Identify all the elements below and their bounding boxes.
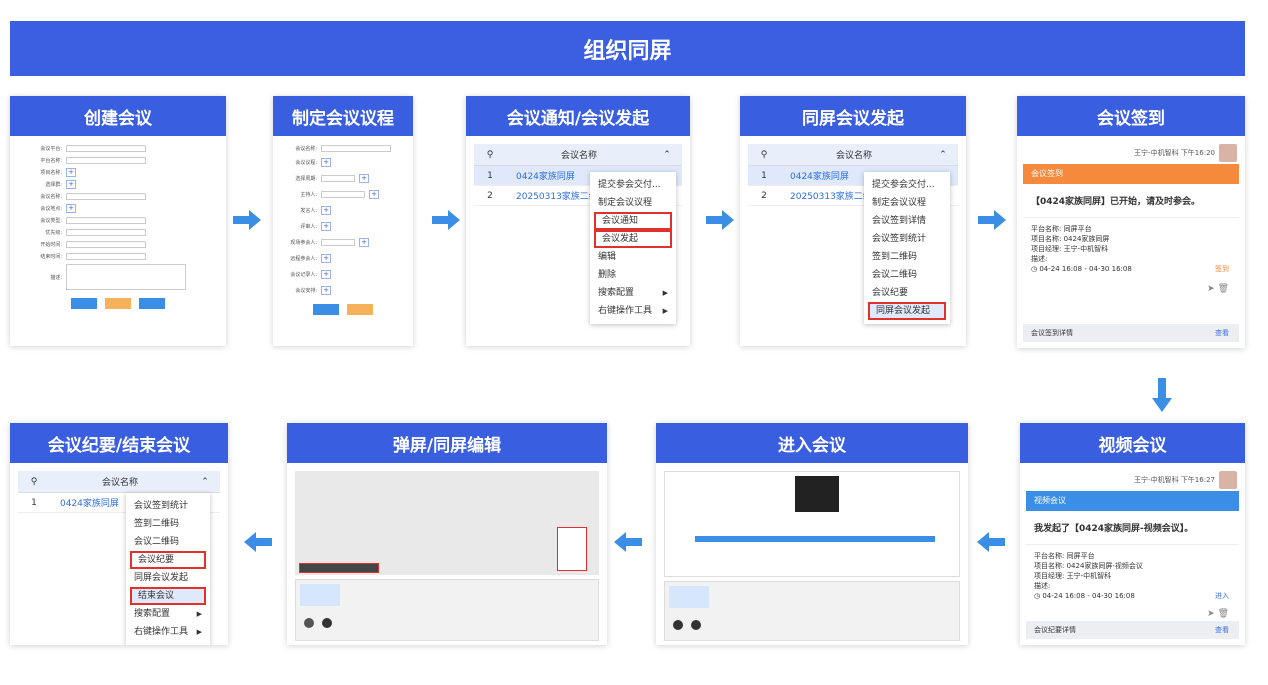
message-title: 【0424家族同屏】已开始，请及时参会。: [1023, 184, 1239, 218]
chevron-right-icon: ▶: [196, 610, 202, 618]
menu-item[interactable]: 右键操作工具 ▶: [590, 302, 676, 320]
collapse-icon[interactable]: ⌃: [928, 150, 958, 160]
column-header: 会议名称: [101, 478, 138, 488]
menu-item[interactable]: 会议签到统计: [864, 230, 950, 248]
menu-item[interactable]: 同屏会议发起: [868, 302, 946, 320]
menu-item[interactable]: 提交参会交付...: [590, 176, 676, 194]
step-agenda: 制定会议议程 会议名称: 会议议程: + 选择周期: + 主持人: + 发言人: + 评…: [273, 96, 413, 346]
menu-item[interactable]: 搜索配置 ▶: [126, 605, 210, 623]
collapse-icon[interactable]: ⌃: [190, 477, 220, 487]
message-bar: 会议签到: [1023, 164, 1239, 184]
arrow-right-icon: [978, 210, 1006, 230]
form-preview: 会议名称: 会议议程: + 选择周期: + 主持人: + 发言人: + 评审人: + 现场…: [273, 136, 413, 346]
menu-item[interactable]: 右键操作工具 ▶: [126, 623, 210, 641]
sign-in-message: 王宁-中机智科 下午16:20 会议签到 【0424家族同屏】已开始，请及时参会…: [1023, 142, 1239, 342]
menu-item[interactable]: 删除: [590, 266, 676, 284]
menu-item[interactable]: 会议签到详情: [864, 212, 950, 230]
step-video-meeting: 视频会议 王宁-中机智科 下午16:27 视频会议 我发起了【0424家族同屏-…: [1020, 423, 1245, 645]
step-notify-launch: 会议通知/会议发起 ⚲ 会议名称 ⌃ 1 0424家族同屏 2 20250313家族二维…: [466, 96, 690, 346]
arrow-right-icon: [233, 210, 261, 230]
shared-screen-preview: [295, 471, 599, 575]
chevron-right-icon: ▶: [662, 307, 668, 315]
arrow-down-icon: [1152, 378, 1172, 412]
step-title: 会议签到: [1017, 96, 1245, 136]
search-icon[interactable]: ⚲: [748, 150, 780, 160]
menu-item[interactable]: 签到二维码: [126, 515, 210, 533]
share-delete-icons[interactable]: ➤ 🗑: [1026, 609, 1239, 619]
participant-panel: [664, 581, 960, 641]
step-create-meeting: 创建会议 会议平台: 平台名称: 项目名称: + 选择群: + 会议名称: 会议地点…: [10, 96, 226, 346]
participant-panel: [295, 579, 599, 641]
share-delete-icons[interactable]: ➤ 🗑: [1023, 284, 1239, 294]
meeting-screen-preview: [664, 471, 960, 577]
menu-item[interactable]: 签到二维码: [864, 248, 950, 266]
menu-item[interactable]: 结束会议: [130, 587, 206, 605]
view-link[interactable]: 查看: [1215, 621, 1229, 639]
arrow-left-icon: [614, 532, 642, 552]
menu-item[interactable]: 会议纪要: [130, 551, 206, 569]
step-title: 会议纪要/结束会议: [10, 423, 228, 463]
step-title: 会议通知/会议发起: [466, 96, 690, 136]
step-title: 弹屏/同屏编辑: [287, 423, 607, 463]
message-title: 我发起了【0424家族同屏-视频会议】。: [1026, 511, 1239, 545]
menu-item[interactable]: 会议签到统计: [126, 497, 210, 515]
message-bar: 视频会议: [1026, 491, 1239, 511]
column-header: 会议名称: [835, 151, 872, 161]
step-screen-share-launch: 同屏会议发起 ⚲ 会议名称 ⌃ 1 0424家族同屏 2 20250313家族二维 提交…: [740, 96, 966, 346]
form-preview: 会议平台: 平台名称: 项目名称: + 选择群: + 会议名称: 会议地点: + 会议…: [10, 136, 226, 346]
menu-item[interactable]: 会议发起: [594, 230, 672, 248]
context-menu: 提交参会交付... 制定会议议程 会议通知 会议发起 编辑 删除 搜索配置 ▶ 右键操作工具 ▶: [590, 172, 676, 324]
step-title: 视频会议: [1020, 423, 1245, 463]
arrow-left-icon: [977, 532, 1005, 552]
menu-item[interactable]: 会议纪要: [864, 284, 950, 302]
chevron-right-icon: ▶: [662, 289, 668, 297]
menu-item[interactable]: 制定会议议程: [590, 194, 676, 212]
step-title: 制定会议议程: [273, 96, 413, 136]
menu-item[interactable]: 制定会议议程: [864, 194, 950, 212]
menu-item[interactable]: 会议通知: [594, 212, 672, 230]
menu-item[interactable]: 提交参会交付...: [864, 176, 950, 194]
menu-item[interactable]: 搜索配置 ▶: [590, 284, 676, 302]
sign-in-button[interactable]: 签到: [1215, 264, 1229, 274]
step-enter-meeting: 进入会议: [656, 423, 968, 645]
column-header: 会议名称: [560, 151, 597, 161]
menu-item[interactable]: 编辑: [590, 248, 676, 266]
context-menu: 提交参会交付... 制定会议议程 会议签到详情 会议签到统计 签到二维码 会议二维码 会议纪…: [864, 172, 950, 324]
view-link[interactable]: 查看: [1215, 324, 1229, 342]
avatar: [1219, 144, 1237, 162]
arrow-right-icon: [706, 210, 734, 230]
menu-item[interactable]: 会议二维码: [126, 533, 210, 551]
arrow-left-icon: [244, 532, 272, 552]
step-popup-edit: 弹屏/同屏编辑: [287, 423, 607, 645]
menu-item[interactable]: 会议二维码: [864, 266, 950, 284]
enter-button[interactable]: 进入: [1215, 591, 1229, 601]
step-title: 同屏会议发起: [740, 96, 966, 136]
step-title: 进入会议: [656, 423, 968, 463]
step-title: 创建会议: [10, 96, 226, 136]
menu-item[interactable]: 同屏会议发起: [126, 569, 210, 587]
arrow-right-icon: [432, 210, 460, 230]
context-menu: 会议签到统计 签到二维码 会议二维码 会议纪要 同屏会议发起 结束会议 搜索配置 ▶ 右键操作工…: [126, 493, 210, 645]
step-sign-in: 会议签到 王宁-中机智科 下午16:20 会议签到 【0424家族同屏】已开始，…: [1017, 96, 1245, 348]
video-message: 王宁-中机智科 下午16:27 视频会议 我发起了【0424家族同屏-视频会议】…: [1026, 469, 1239, 639]
banner-title: 组织同屏: [10, 21, 1245, 76]
step-minutes-end: 会议纪要/结束会议 ⚲ 会议名称 ⌃ 1 0424家族同屏 会议签到统计 签到二维码 会议…: [10, 423, 228, 645]
search-icon[interactable]: ⚲: [474, 150, 506, 160]
collapse-icon[interactable]: ⌃: [652, 150, 682, 160]
search-icon[interactable]: ⚲: [18, 477, 50, 487]
chevron-right-icon: ▶: [196, 628, 202, 636]
avatar: [1219, 471, 1237, 489]
